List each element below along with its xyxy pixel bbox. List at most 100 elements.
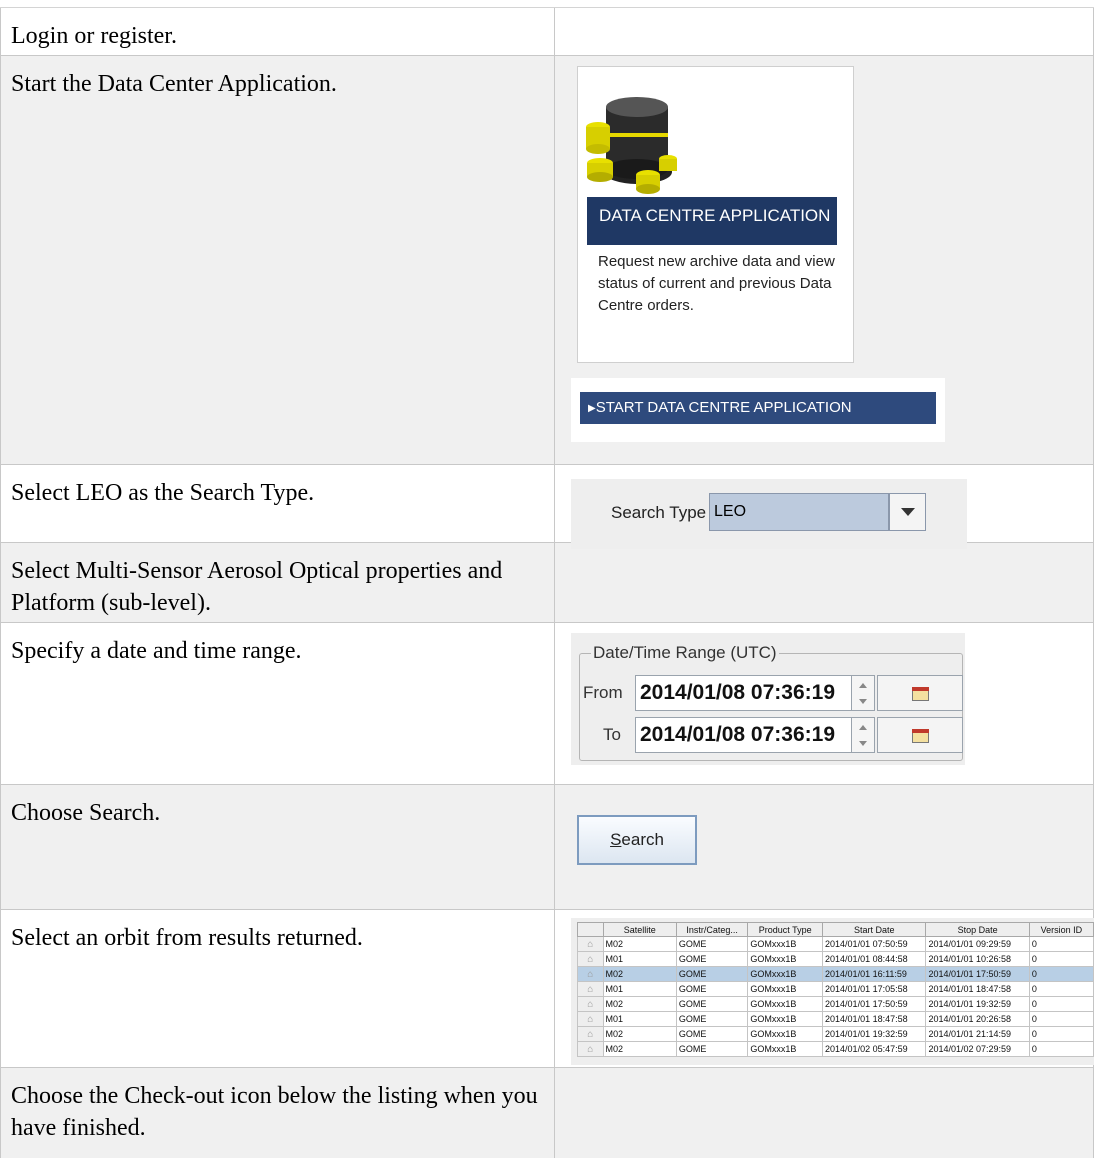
cart-icon[interactable]: ⌂ [577, 936, 604, 952]
column-header[interactable]: Product Type [747, 922, 824, 937]
table-cell: 0 [1028, 981, 1094, 997]
column-header[interactable]: Version ID [1028, 922, 1094, 937]
table-cell: GOMxxx1B [747, 1011, 824, 1027]
step-illustration: Satellite Instr/Categ... Product Type St… [555, 910, 1094, 1067]
step-row: Select Multi-Sensor Aerosol Optical prop… [0, 542, 1094, 622]
table-row[interactable]: ⌂ M01 GOME GOMxxx1B 2014/01/01 17:05:58 2014/… [577, 981, 1094, 997]
table-cell: M02 [602, 936, 677, 952]
table-cell: 2014/01/01 18:47:58 [822, 1011, 927, 1027]
step-row: Select LEO as the Search Type. Search Ty… [0, 464, 1094, 549]
start-button-label: START DATA CENTRE APPLICATION [595, 399, 852, 416]
table-cell: GOMxxx1B [747, 951, 824, 967]
results-header: Satellite Instr/Categ... Product Type St… [577, 922, 1094, 937]
step-illustration: Search Type LEO [555, 465, 1094, 549]
table-cell: 0 [1028, 951, 1094, 967]
cart-icon[interactable]: ⌂ [577, 1026, 604, 1042]
step-row: Choose Search. Search [0, 784, 1094, 909]
search-button-label: earch [621, 830, 664, 849]
table-cell: M01 [602, 981, 677, 997]
date-range-panel: Date/Time Range (UTC) From 2014/01/08 07… [571, 633, 965, 765]
table-cell: M01 [602, 1011, 677, 1027]
column-header[interactable]: Start Date [822, 922, 927, 937]
cart-icon[interactable]: ⌂ [577, 951, 604, 967]
table-cell: M02 [602, 1041, 677, 1057]
step-instruction: Start the Data Center Application. [0, 56, 555, 464]
cart-icon[interactable]: ⌂ [577, 1041, 604, 1057]
table-cell: GOME [675, 996, 749, 1012]
cart-icon[interactable]: ⌂ [577, 981, 604, 997]
date-range-legend: Date/Time Range (UTC) [591, 643, 779, 663]
table-cell: 2014/01/01 19:32:59 [925, 996, 1030, 1012]
table-cell: 2014/01/01 21:14:59 [925, 1026, 1030, 1042]
table-cell: 2014/01/01 08:44:58 [822, 951, 927, 967]
chevron-down-icon[interactable] [889, 493, 926, 531]
cart-icon[interactable]: ⌂ [577, 966, 604, 982]
search-type-select[interactable]: LEO [709, 493, 889, 531]
step-illustration [555, 1068, 1094, 1158]
table-cell: GOME [675, 966, 749, 982]
step-row: Choose the Check-out icon below the list… [0, 1067, 1094, 1158]
results-panel: Satellite Instr/Categ... Product Type St… [571, 918, 1094, 1065]
step-instruction: Login or register. [0, 8, 555, 55]
card-description: Request new archive data and view status… [598, 253, 835, 314]
results-body: ⌂ M02 GOME GOMxxx1B 2014/01/01 07:50:59 2014/… [577, 936, 1094, 1057]
table-cell: GOMxxx1B [747, 1041, 824, 1057]
data-centre-card[interactable]: DATA CENTRE APPLICATION Request new arch… [577, 66, 854, 363]
from-label: From [583, 683, 623, 702]
steps-table: Login or register. Start the Data Center… [0, 0, 1094, 1158]
search-type-panel: Search Type LEO [571, 479, 967, 549]
table-cell: 0 [1028, 1041, 1094, 1057]
step-instruction: Specify a date and time range. [0, 623, 555, 784]
table-cell: GOME [675, 1041, 749, 1057]
to-calendar-button[interactable] [877, 717, 963, 753]
step-illustration: DATA CENTRE APPLICATION Request new arch… [555, 56, 1094, 464]
table-row[interactable]: ⌂ M02 GOME GOMxxx1B 2014/01/01 07:50:59 2014/… [577, 936, 1094, 952]
table-row[interactable]: ⌂ M02 GOME GOMxxx1B 2014/01/01 16:11:59 2014/… [577, 966, 1094, 982]
table-cell: M01 [602, 951, 677, 967]
calendar-icon [912, 729, 929, 743]
table-cell: 0 [1028, 1011, 1094, 1027]
table-cell: GOMxxx1B [747, 966, 824, 982]
table-cell: 2014/01/02 07:29:59 [925, 1041, 1030, 1057]
cart-icon[interactable]: ⌂ [577, 1011, 604, 1027]
start-data-centre-button[interactable]: ▶START DATA CENTRE APPLICATION [580, 392, 936, 424]
table-cell: GOME [675, 936, 749, 952]
table-cell: 2014/01/01 10:26:58 [925, 951, 1030, 967]
search-button[interactable]: Search [577, 815, 697, 865]
results-table: Satellite Instr/Categ... Product Type St… [577, 922, 1094, 1057]
start-button-frame: ▶START DATA CENTRE APPLICATION [571, 378, 945, 442]
search-mnemonic: S [610, 830, 622, 849]
to-label: To [603, 725, 621, 744]
table-row[interactable]: ⌂ M01 GOME GOMxxx1B 2014/01/01 08:44:58 2014/… [577, 951, 1094, 967]
step-row: Start the Data Center Application. DATA … [0, 55, 1094, 464]
table-cell: 2014/01/01 20:26:58 [925, 1011, 1030, 1027]
table-row[interactable]: ⌂ M02 GOME GOMxxx1B 2014/01/01 17:50:59 2014/… [577, 996, 1094, 1012]
step-instruction: Select LEO as the Search Type. [0, 465, 555, 542]
from-datetime-input[interactable]: 2014/01/08 07:36:19 [635, 675, 869, 711]
table-cell: GOME [675, 1026, 749, 1042]
from-spinner[interactable] [851, 675, 875, 711]
step-illustration [555, 8, 1094, 55]
cart-icon[interactable]: ⌂ [577, 996, 604, 1012]
column-header[interactable]: Satellite [602, 922, 677, 937]
to-spinner[interactable] [851, 717, 875, 753]
table-cell: GOMxxx1B [747, 981, 824, 997]
table-cell: GOMxxx1B [747, 996, 824, 1012]
table-cell: GOME [675, 1011, 749, 1027]
to-datetime-input[interactable]: 2014/01/08 07:36:19 [635, 717, 869, 753]
step-illustration: Search [555, 785, 1094, 909]
table-cell: 2014/01/01 17:05:58 [822, 981, 927, 997]
step-row: Select an orbit from results returned. S… [0, 909, 1094, 1067]
from-calendar-button[interactable] [877, 675, 963, 711]
table-cell: 0 [1028, 936, 1094, 952]
table-cell: 0 [1028, 996, 1094, 1012]
table-row[interactable]: ⌂ M02 GOME GOMxxx1B 2014/01/02 05:47:59 2014/… [577, 1041, 1094, 1057]
column-header[interactable]: Stop Date [925, 922, 1030, 937]
table-row[interactable]: ⌂ M02 GOME GOMxxx1B 2014/01/01 19:32:59 2014/… [577, 1026, 1094, 1042]
calendar-icon [912, 687, 929, 701]
column-header[interactable]: Instr/Categ... [675, 922, 749, 937]
card-title: DATA CENTRE APPLICATION [587, 197, 837, 245]
table-cell: 2014/01/01 09:29:59 [925, 936, 1030, 952]
step-illustration [555, 543, 1094, 622]
table-row[interactable]: ⌂ M01 GOME GOMxxx1B 2014/01/01 18:47:58 2014/… [577, 1011, 1094, 1027]
